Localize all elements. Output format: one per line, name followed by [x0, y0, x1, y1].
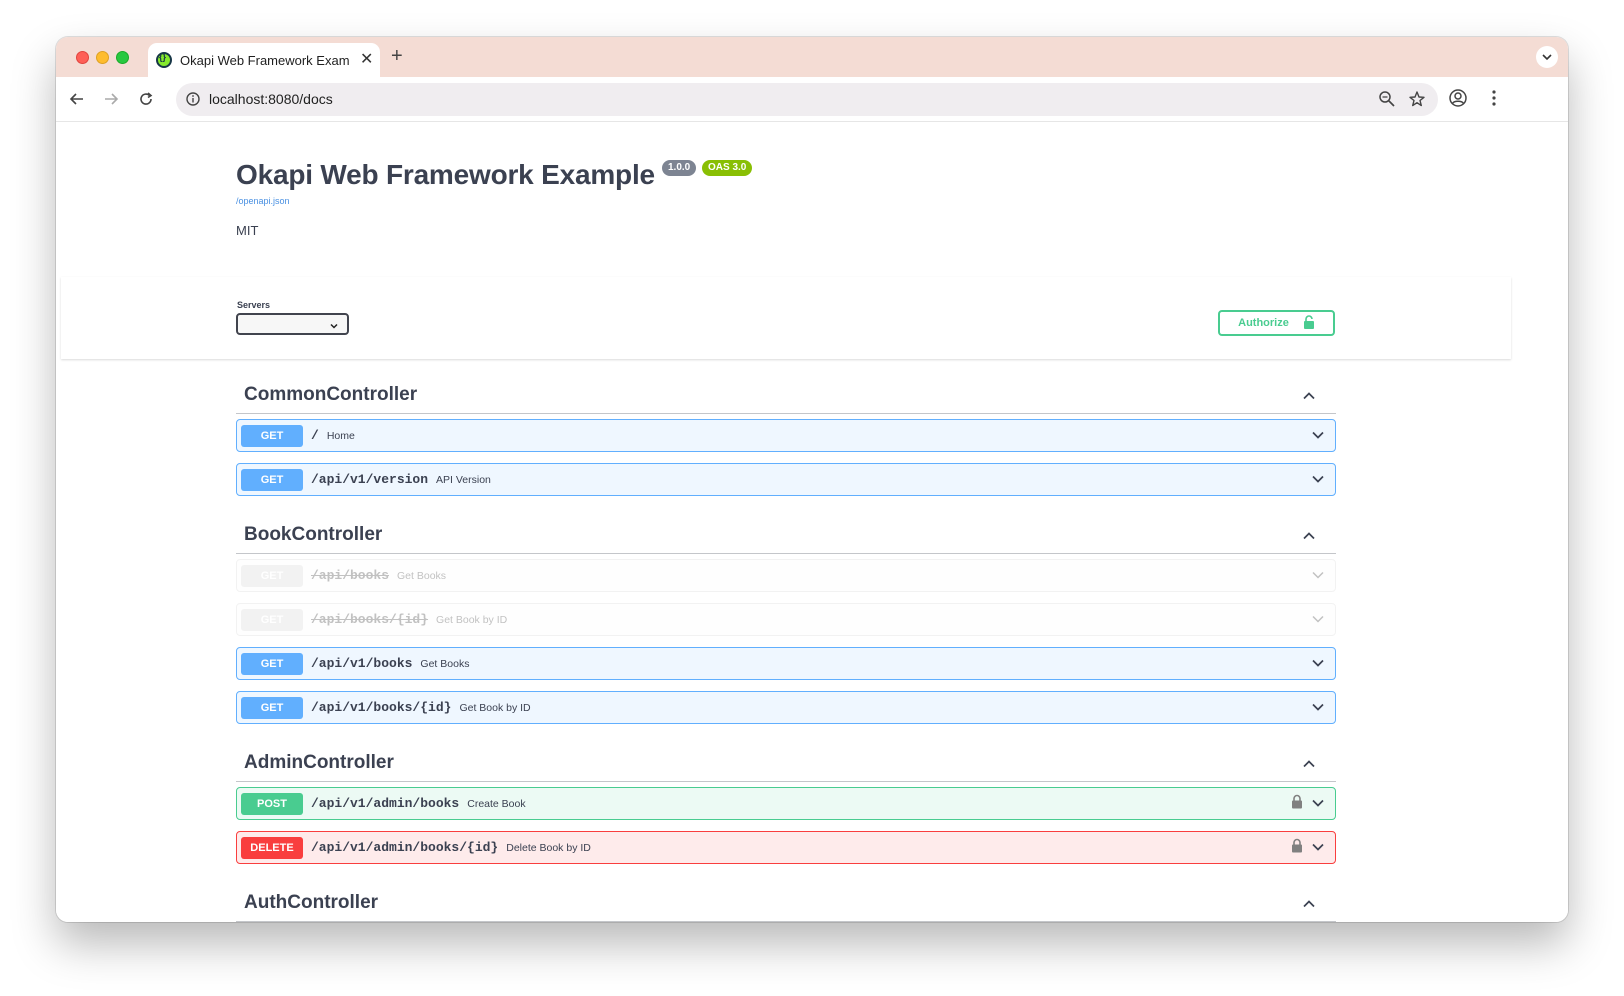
chevron-down-icon: [329, 318, 339, 336]
license-text: MIT: [236, 223, 259, 238]
tab-close-icon[interactable]: ✕: [360, 52, 373, 68]
operation-path: /api/v1/books: [311, 656, 413, 671]
version-badge: 1.0.0: [662, 160, 697, 176]
chevron-down-icon[interactable]: [1311, 428, 1325, 447]
scheme-container: Servers Authorize: [61, 277, 1511, 359]
tab-strip: Okapi Web Framework Example ✕ +: [56, 37, 1568, 77]
servers-select[interactable]: [236, 313, 349, 335]
operation-path: /api/v1/version: [311, 472, 429, 487]
method-badge: GET: [241, 696, 303, 719]
swagger-favicon-icon: [156, 52, 172, 68]
method-badge: GET: [241, 652, 303, 675]
authorize-label: Authorize: [1238, 317, 1289, 329]
tag-name: BookController: [244, 524, 383, 545]
tab-title: Okapi Web Framework Example: [180, 52, 350, 68]
close-window-button[interactable]: [76, 51, 89, 64]
chevron-down-icon[interactable]: [1311, 796, 1325, 815]
chevron-up-icon[interactable]: [1302, 389, 1316, 408]
operation-tags: CommonController GET / Home GET/api/v1/versi…: [236, 377, 1336, 922]
minimize-window-button[interactable]: [96, 51, 109, 64]
operation-row[interactable]: GET/api/v1/books/{id} Get Book by ID: [236, 691, 1336, 724]
operation-path: /api/v1/books/{id}: [311, 700, 452, 715]
chevron-down-icon[interactable]: [1311, 612, 1325, 631]
bookmark-star-icon[interactable]: [1408, 90, 1426, 113]
tag-section: AuthController: [236, 885, 1336, 922]
operation-summary: API Version: [436, 473, 491, 486]
browser-tab[interactable]: Okapi Web Framework Example ✕: [148, 43, 380, 77]
chevron-down-icon[interactable]: [1311, 840, 1325, 859]
chevron-down-icon[interactable]: [1311, 568, 1325, 587]
tag-name: CommonController: [244, 384, 418, 405]
oas-badge: OAS 3.0: [702, 160, 753, 176]
operation-summary: Create Book: [467, 797, 526, 810]
method-badge: DELETE: [241, 836, 303, 859]
browser-window: Okapi Web Framework Example ✕ + localhos…: [56, 37, 1568, 922]
operation-path: /: [311, 428, 319, 443]
tag-section: AdminController POST/api/v1/admin/books Cr…: [236, 745, 1336, 885]
operation-summary: Get Book by ID: [459, 701, 531, 714]
operation-summary: Get Books: [420, 657, 470, 670]
tag-section: BookController GET/api/books Get Books GET /…: [236, 517, 1336, 745]
method-badge: GET: [241, 424, 303, 447]
tag-section: CommonController GET / Home GET/api/v1/versi…: [236, 377, 1336, 517]
tag-header[interactable]: AdminController: [236, 745, 1336, 782]
operation-summary: Delete Book by ID: [506, 841, 591, 854]
method-badge: GET: [241, 564, 303, 587]
operation-row[interactable]: GET/api/v1/version API Version: [236, 463, 1336, 496]
chevron-up-icon[interactable]: [1302, 529, 1316, 548]
tag-name: AdminController: [244, 752, 394, 773]
operation-summary: Home: [326, 429, 355, 442]
forward-icon[interactable]: [100, 88, 122, 110]
authorize-button[interactable]: Authorize: [1218, 310, 1335, 336]
operation-row[interactable]: DELETE/api/v1/admin/books/{id} Delete Boo…: [236, 831, 1336, 864]
chevron-down-icon[interactable]: [1311, 700, 1325, 719]
new-tab-button[interactable]: +: [391, 45, 403, 68]
back-icon[interactable]: [66, 88, 88, 110]
chevron-down-icon[interactable]: [1311, 656, 1325, 675]
operation-row[interactable]: POST/api/v1/admin/books Create Book: [236, 787, 1336, 820]
lock-icon[interactable]: [1291, 838, 1303, 858]
tag-header[interactable]: AuthController: [236, 885, 1336, 922]
operation-summary: Get Book by ID: [436, 613, 508, 626]
profile-icon[interactable]: [1448, 88, 1468, 113]
reload-icon[interactable]: [135, 88, 157, 110]
operation-path: /api/books: [311, 568, 390, 583]
operation-row[interactable]: GET/api/books/{id} Get Book by ID: [236, 603, 1336, 636]
site-info-icon[interactable]: [185, 91, 201, 112]
operation-path: /api/books/{id}: [311, 612, 429, 627]
tag-header[interactable]: BookController: [236, 517, 1336, 554]
url-text[interactable]: localhost:8080/docs: [209, 91, 333, 107]
method-badge: GET: [241, 468, 303, 491]
tab-search-chevron-icon[interactable]: [1536, 46, 1558, 68]
operation-row[interactable]: GET/api/v1/books Get Books: [236, 647, 1336, 680]
method-badge: GET: [241, 608, 303, 631]
swagger-page: Okapi Web Framework Example 1.0.0 OAS 3.…: [56, 122, 1568, 922]
lock-icon[interactable]: [1291, 794, 1303, 814]
chevron-down-icon[interactable]: [1311, 472, 1325, 491]
method-badge: POST: [241, 792, 303, 815]
chevron-up-icon[interactable]: [1302, 757, 1316, 776]
maximize-window-button[interactable]: [116, 51, 129, 64]
operations-list: GET / Home GET/api/v1/version API Version: [236, 414, 1336, 517]
operation-path: /api/v1/admin/books: [311, 796, 460, 811]
tag-header[interactable]: CommonController: [236, 377, 1336, 414]
operation-row[interactable]: GET/api/books Get Books: [236, 559, 1336, 592]
operation-path: /api/v1/admin/books/{id}: [311, 840, 499, 855]
api-title: Okapi Web Framework Example: [236, 159, 655, 190]
chevron-up-icon[interactable]: [1302, 897, 1316, 916]
operation-summary: Get Books: [397, 569, 447, 582]
operation-row[interactable]: GET / Home: [236, 419, 1336, 452]
zoom-icon[interactable]: [1378, 90, 1396, 113]
operations-list: GET/api/books Get Books GET/api/books/{id}…: [236, 554, 1336, 745]
openapi-json-link[interactable]: /openapi.json: [236, 196, 290, 206]
kebab-menu-icon[interactable]: [1484, 88, 1504, 113]
address-bar[interactable]: localhost:8080/docs: [176, 83, 1438, 116]
unlocked-lock-icon: [1303, 314, 1315, 332]
browser-toolbar: localhost:8080/docs: [56, 77, 1568, 122]
tag-name: AuthController: [244, 892, 379, 913]
operations-list: POST/api/v1/admin/books Create Book DELETE…: [236, 782, 1336, 885]
servers-label: Servers: [237, 300, 271, 310]
